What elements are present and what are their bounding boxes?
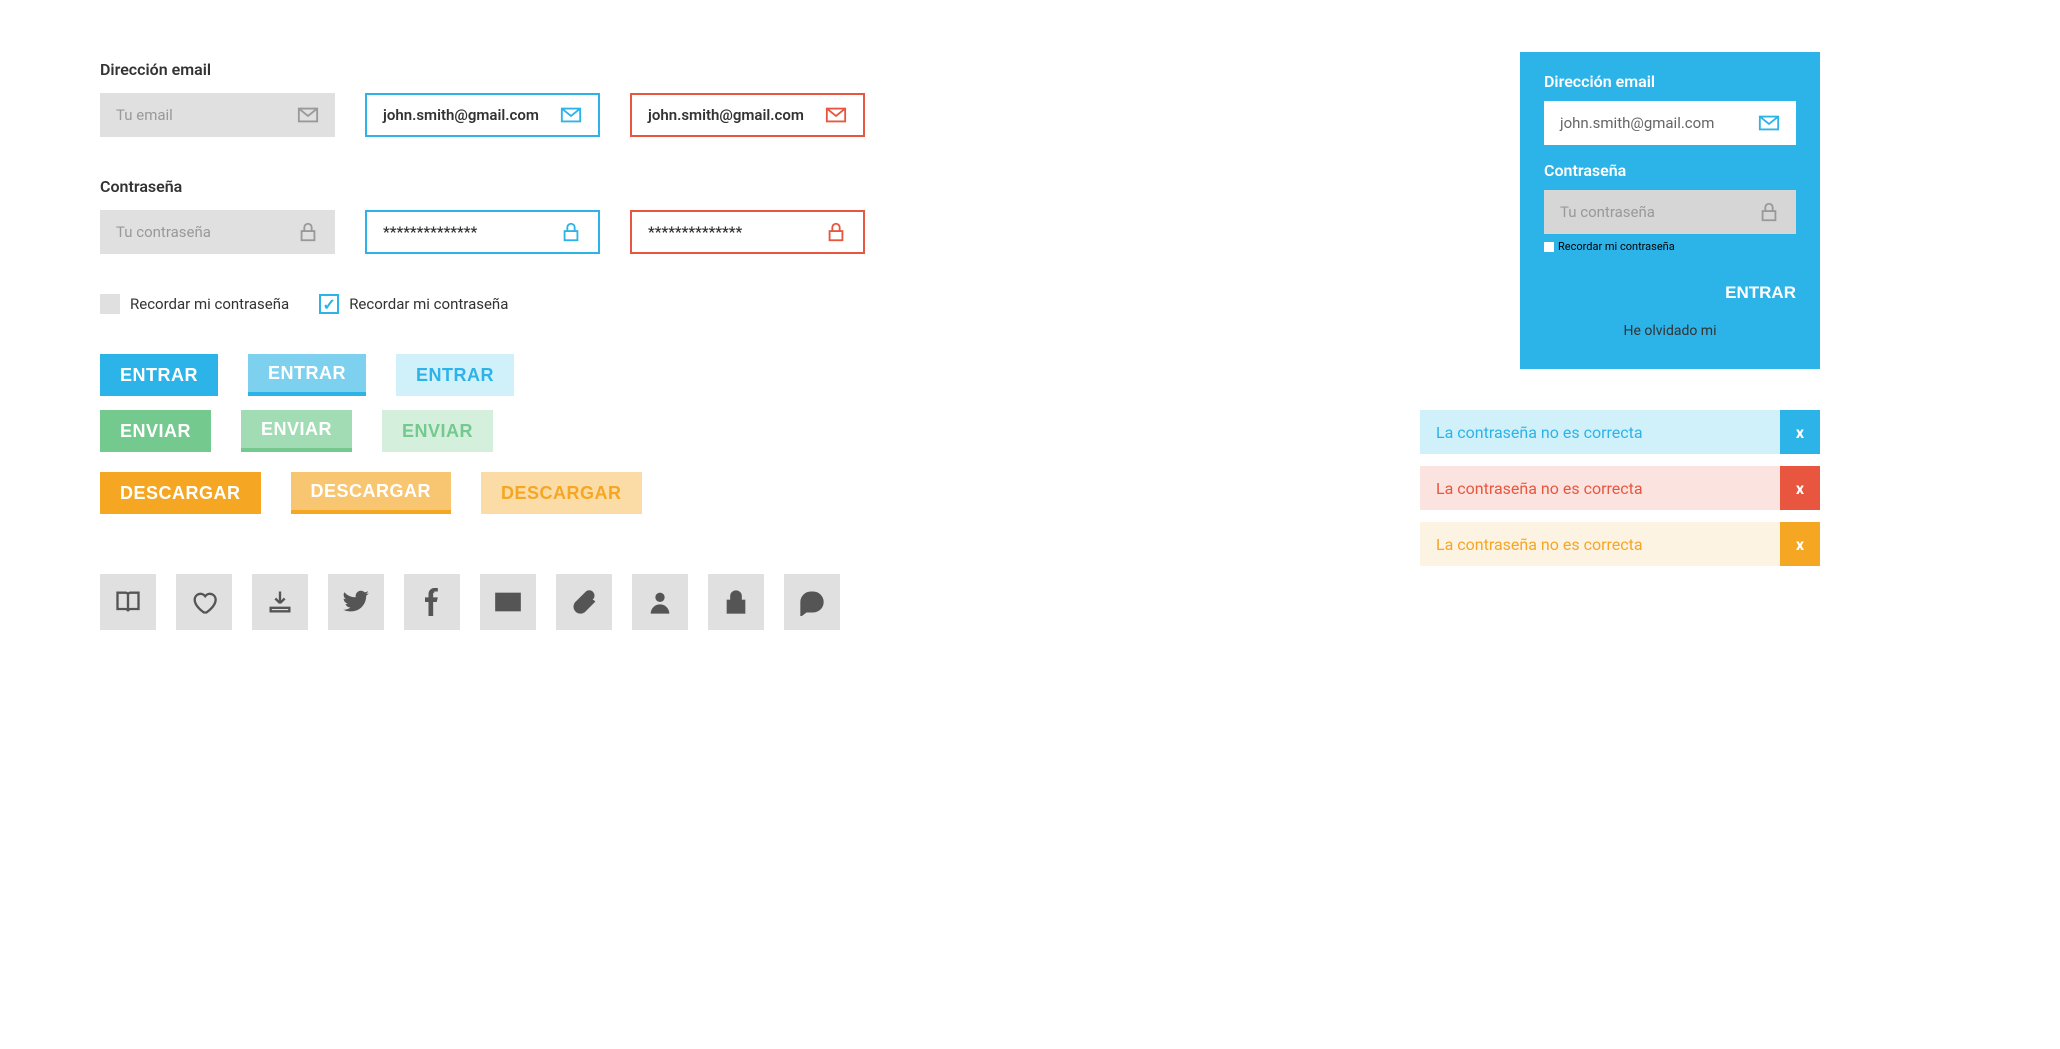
attachment-icon-button[interactable] — [556, 574, 612, 630]
alert-close-button[interactable]: x — [1780, 522, 1820, 566]
email-input-error[interactable]: john.smith@gmail.com — [630, 93, 865, 137]
book-icon-button[interactable] — [100, 574, 156, 630]
card-remember-label: Recordar mi contraseña — [1558, 240, 1675, 253]
comment-icon-button[interactable] — [784, 574, 840, 630]
alert-close-button[interactable]: x — [1780, 466, 1820, 510]
facebook-icon — [418, 588, 446, 616]
enviar-button-disabled[interactable]: ENVIAR — [382, 410, 493, 452]
email-input-default[interactable]: Tu email — [100, 93, 335, 137]
alert-warning: La contraseña no es correcta x — [1420, 522, 1820, 566]
card-submit-button[interactable]: ENTRAR — [1725, 283, 1796, 303]
descargar-button-hover[interactable]: DESCARGAR — [291, 472, 452, 514]
email-value: john.smith@gmail.com — [648, 106, 804, 124]
entrar-button-hover[interactable]: ENTRAR — [248, 354, 366, 396]
lock-icon-button[interactable] — [708, 574, 764, 630]
facebook-icon-button[interactable] — [404, 574, 460, 630]
user-icon — [646, 588, 674, 616]
forgot-password-link[interactable]: He olvidado mi — [1544, 323, 1796, 339]
card-password-input[interactable]: Tu contraseña — [1544, 190, 1796, 234]
heart-icon — [190, 588, 218, 616]
checkbox-icon — [100, 294, 120, 314]
password-value: ************** — [383, 223, 477, 241]
download-icon — [266, 588, 294, 616]
alert-error: La contraseña no es correcta x — [1420, 466, 1820, 510]
email-input-valid[interactable]: john.smith@gmail.com — [365, 93, 600, 137]
lock-icon — [1758, 201, 1780, 223]
password-value: ************** — [648, 223, 742, 241]
lock-icon — [297, 221, 319, 243]
mail-icon — [1758, 112, 1780, 134]
login-card: Dirección email john.smith@gmail.com Con… — [1520, 52, 1820, 369]
alert-info: La contraseña no es correcta x — [1420, 410, 1820, 454]
enviar-button-hover[interactable]: ENVIAR — [241, 410, 352, 452]
twitter-icon-button[interactable] — [328, 574, 384, 630]
checkbox-label: Recordar mi contraseña — [349, 295, 508, 313]
enviar-button-primary[interactable]: ENVIAR — [100, 410, 211, 452]
alert-close-button[interactable]: x — [1780, 410, 1820, 454]
remember-checkbox-unchecked[interactable]: Recordar mi contraseña — [100, 294, 289, 314]
heart-icon-button[interactable] — [176, 574, 232, 630]
remember-checkbox-checked[interactable]: ✓ Recordar mi contraseña — [319, 294, 508, 314]
mail-icon — [560, 104, 582, 126]
card-password-placeholder: Tu contraseña — [1560, 203, 1655, 221]
password-input-error[interactable]: ************** — [630, 210, 865, 254]
checkbox-checked-icon: ✓ — [319, 294, 339, 314]
lock-icon — [560, 221, 582, 243]
alert-message: La contraseña no es correcta — [1436, 423, 1643, 442]
descargar-button-primary[interactable]: DESCARGAR — [100, 472, 261, 514]
password-input-valid[interactable]: ************** — [365, 210, 600, 254]
card-email-label: Dirección email — [1544, 72, 1796, 91]
checkbox-label: Recordar mi contraseña — [130, 295, 289, 313]
comment-icon — [798, 588, 826, 616]
alert-message: La contraseña no es correcta — [1436, 479, 1643, 498]
twitter-icon — [342, 588, 370, 616]
lock-icon — [722, 588, 750, 616]
card-email-input[interactable]: john.smith@gmail.com — [1544, 101, 1796, 145]
card-remember-checkbox[interactable]: Recordar mi contraseña — [1544, 240, 1796, 253]
alert-message: La contraseña no es correcta — [1436, 535, 1643, 554]
book-icon — [114, 588, 142, 616]
email-value: john.smith@gmail.com — [383, 106, 539, 124]
download-icon-button[interactable] — [252, 574, 308, 630]
mail-icon — [297, 104, 319, 126]
descargar-button-disabled[interactable]: DESCARGAR — [481, 472, 642, 514]
mail-icon — [825, 104, 847, 126]
mail-icon — [494, 588, 522, 616]
entrar-button-disabled[interactable]: ENTRAR — [396, 354, 514, 396]
checkbox-icon — [1544, 242, 1554, 252]
user-icon-button[interactable] — [632, 574, 688, 630]
lock-icon — [825, 221, 847, 243]
card-email-value: john.smith@gmail.com — [1560, 114, 1714, 132]
card-password-label: Contraseña — [1544, 161, 1796, 180]
attachment-icon — [570, 588, 598, 616]
entrar-button-primary[interactable]: ENTRAR — [100, 354, 218, 396]
password-placeholder: Tu contraseña — [116, 223, 211, 241]
email-placeholder: Tu email — [116, 106, 173, 124]
mail-icon-button[interactable] — [480, 574, 536, 630]
password-input-default[interactable]: Tu contraseña — [100, 210, 335, 254]
